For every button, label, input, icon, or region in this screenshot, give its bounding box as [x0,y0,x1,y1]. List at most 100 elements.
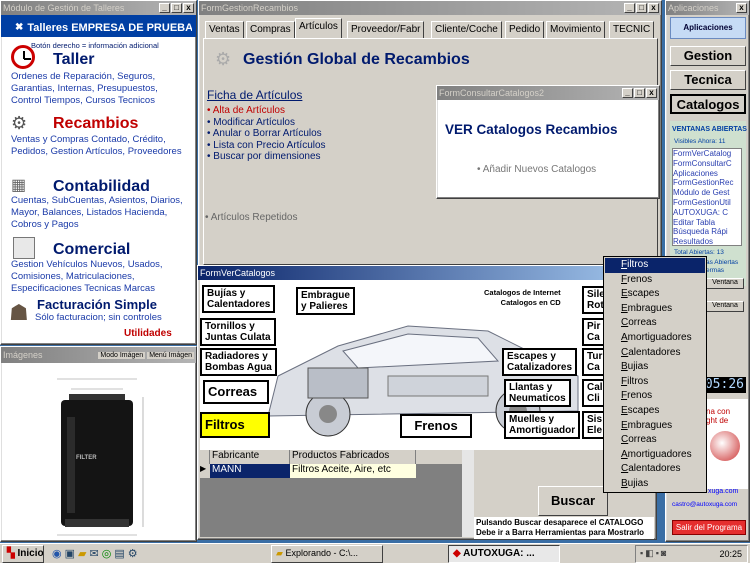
escapes-label[interactable]: Escapes y Catalizadores [502,348,578,376]
gestion-button[interactable]: Gestion [670,46,746,66]
task-autoxuga[interactable]: ◆ AUTOXUGA: ... [448,545,560,563]
taller-title[interactable]: Taller [53,51,95,69]
menu-item-amortiguadores[interactable]: Amortiguadores [605,331,705,346]
category-dropdown[interactable]: Filtros Frenos Escapes Embragues Correas… [603,256,707,493]
close-button[interactable]: x [646,88,657,98]
frenos-label[interactable]: Frenos [400,414,472,438]
filtros-label[interactable]: Filtros [200,412,270,438]
imagenes-titlebar[interactable]: Imágenes Modo Imágen Menú Imágen [1,347,196,363]
recambios-title[interactable]: Recambios [53,115,138,133]
grid-scrollbar[interactable] [462,450,474,537]
start-button[interactable]: ▚ Inicio [2,545,44,563]
comercial-title[interactable]: Comercial [53,241,130,259]
menu-item-frenos-2[interactable]: Frenos [605,389,705,404]
ficha-item-buscar[interactable]: • Buscar por dimensiones [207,151,326,163]
parts-icon[interactable]: ⚙ [11,113,41,133]
list-item[interactable]: AUTOXUGA: C [673,208,741,218]
ver-catalogos-titlebar[interactable]: FormVerCatalogos [198,266,656,280]
anadir-catalogos-link[interactable]: • Añadir Nuevos Catalogos [477,164,596,175]
maximize-button[interactable]: □ [634,88,645,98]
list-item[interactable]: Editar Tabla [673,218,741,228]
menu-item-calentadores-2[interactable]: Calentadores [605,462,705,477]
calculator-icon[interactable]: ▦ [11,177,41,195]
desktop-icon[interactable]: ▣ [65,548,78,560]
close-button[interactable]: x [736,3,747,13]
embrague-label[interactable]: Embrague y Palieres [296,287,355,315]
tray-icons[interactable]: ▪◧▪◙ [640,548,668,558]
salir-button[interactable]: Salir del Programa [672,520,746,535]
folder-icon[interactable]: ▰ [78,548,89,560]
muelles-label[interactable]: Muelles y Amortiguador [504,411,581,439]
menu-item-filtros-2[interactable]: Filtros [605,375,705,390]
ventana-button-2[interactable]: Ventana [706,301,744,312]
modo-imagen-button[interactable]: Modo Imágen [98,351,146,359]
contabilidad-title[interactable]: Contabilidad [53,178,150,196]
clock-icon[interactable] [11,45,35,69]
list-item[interactable]: FormGestionRec [673,178,741,188]
list-item[interactable]: Aplicaciones [673,169,741,179]
maximize-button[interactable]: □ [171,3,182,13]
calc-icon[interactable]: ▤ [114,548,127,560]
aplicaciones-titlebar[interactable]: Aplicaciones x [666,1,749,15]
menu-item-correas-2[interactable]: Correas [605,433,705,448]
ficha-item-modificar[interactable]: • Modificar Artículos [207,117,326,129]
close-button[interactable]: x [648,3,659,13]
menu-item-calentadores[interactable]: Calentadores [605,346,705,361]
ie-icon[interactable]: ◉ [52,548,65,560]
mail-icon[interactable]: ✉ [89,548,101,560]
correas-label[interactable]: Correas [203,380,269,404]
tab-proveedor[interactable]: Proveedor/Fabr [347,21,425,38]
buscar-button[interactable]: Buscar [538,486,608,516]
menu-item-embragues-2[interactable]: Embragues [605,419,705,434]
tab-movimiento[interactable]: Movimiento [546,21,606,38]
menu-item-embragues[interactable]: Embragues [605,302,705,317]
tab-articulos[interactable]: Artículos [295,18,342,38]
facturacion-title[interactable]: Facturación Simple [37,297,157,312]
radiadores-label[interactable]: Radiadores y Bombas Agua [200,348,277,376]
list-item[interactable]: Resultados [673,237,741,245]
grid-cell-productos[interactable]: Filtros Aceite, Aire, etc [290,464,416,478]
ficha-title[interactable]: Ficha de Artículos [207,88,302,102]
tecnica-button[interactable]: Tecnica [670,70,746,90]
modulo-titlebar[interactable]: Módulo de Gestión de Talleres _ □ x [1,1,196,15]
email-link[interactable]: castro@autoxuga.com [672,501,737,508]
table-row[interactable]: ▶ MANN Filtros Aceite, Aire, etc [200,464,474,478]
task-explorando[interactable]: ▰ Explorando - C:\... [271,545,383,563]
ficha-item-anular[interactable]: • Anular o Borrar Artículos [207,128,326,140]
list-item[interactable]: Búsqueda Rápi [673,227,741,237]
web-link[interactable]: xuga.com [708,488,738,495]
menu-item-frenos[interactable]: Frenos [605,273,705,288]
minimize-button[interactable]: _ [622,88,633,98]
gestion-titlebar[interactable]: FormGestionRecambios _ □ x [199,1,661,15]
bujias-label[interactable]: Bujías y Calentadores [202,285,276,313]
close-button[interactable]: x [183,3,194,13]
person-icon[interactable]: ☗ [9,298,33,328]
list-item[interactable]: FormGestionUtil [673,198,741,208]
settings-icon[interactable]: ⚙ [128,548,141,560]
tornillos-label[interactable]: Tornillos y Juntas Culata [200,318,276,346]
pir-label[interactable]: Pir Ca [582,318,606,346]
tab-cliente[interactable]: Cliente/Coche [431,21,502,38]
ventana-button-1[interactable]: Ventana [706,278,744,289]
menu-item-correas[interactable]: Correas [605,316,705,331]
tab-tecnic[interactable]: TECNIC [609,21,655,38]
list-item[interactable]: FormVerCatalog [673,149,741,159]
consultar-titlebar[interactable]: FormConsultarCatalogos2 _ □ x [437,86,659,100]
minimize-button[interactable]: _ [159,3,170,13]
grid-cell-fabricante[interactable]: MANN [210,464,290,478]
menu-item-escapes[interactable]: Escapes [605,287,705,302]
maximize-button[interactable]: □ [636,3,647,13]
tab-ventas[interactable]: Ventas [205,21,244,38]
menu-imagen-button[interactable]: Menú Imágen [147,351,194,359]
list-item[interactable]: Módulo de Gest [673,188,741,198]
document-icon[interactable] [13,237,35,259]
minimize-button[interactable]: _ [624,3,635,13]
ficha-item-lista[interactable]: • Lista con Precio Artículos [207,140,326,152]
menu-item-escapes-2[interactable]: Escapes [605,404,705,419]
catalogos-button[interactable]: Catalogos [670,94,746,114]
aplicaciones-button[interactable]: Aplicaciones [670,17,746,39]
media-icon[interactable]: ◎ [102,548,115,560]
llantas-label[interactable]: Llantas y Neumaticos [504,379,571,407]
menu-item-bujias-2[interactable]: Bujias [605,477,705,492]
utilidades-link[interactable]: Utilidades [124,328,172,339]
